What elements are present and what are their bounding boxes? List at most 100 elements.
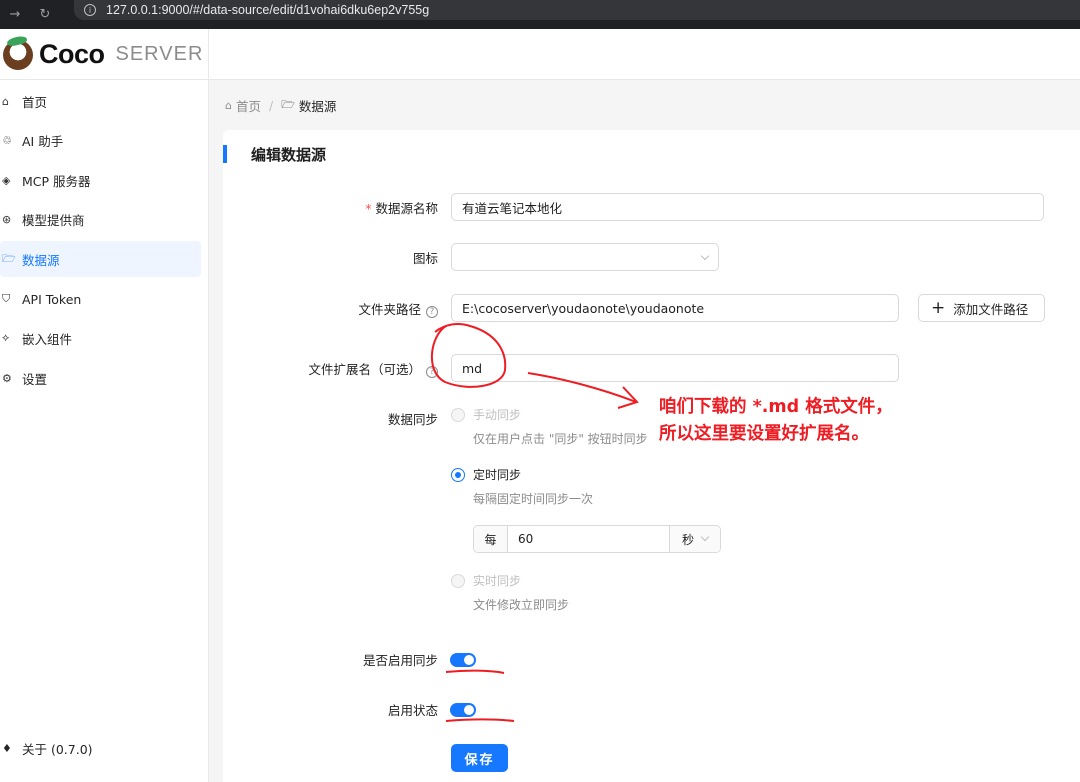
sidebar-item-home[interactable]: ⌂ 首页	[0, 83, 201, 119]
sidebar-item-embed-widget[interactable]: ⟡ 嵌入组件	[0, 320, 201, 356]
sidebar-item-label: 数据源	[22, 252, 60, 268]
diamond-icon: ♦	[2, 741, 12, 755]
sidebar-item-label: 设置	[22, 371, 48, 387]
forward-icon[interactable]: →	[0, 7, 30, 22]
brand-subtitle: SERVER	[115, 43, 204, 65]
path-input[interactable]: E:\cocoserver\youdaonote\youdaonote	[451, 294, 899, 322]
interval-unit-select[interactable]: 秒	[669, 526, 720, 552]
address-url[interactable]: 127.0.0.1:9000/#/data-source/edit/d1voha…	[106, 3, 429, 17]
scheduled-sync-hint: 每隔固定时间同步一次	[473, 492, 594, 506]
folder-icon: 🗁	[2, 251, 16, 265]
gear-icon: ⚙	[2, 371, 12, 385]
radio-label: 定时同步	[473, 468, 522, 482]
ext-label: 文件扩展名（可选）?	[308, 359, 438, 378]
enabled-label: 启用状态	[387, 703, 438, 718]
brand[interactable]: Coco SERVER	[0, 29, 209, 80]
add-path-button[interactable]: + 添加文件路径	[918, 294, 1045, 322]
sidebar-item-label: MCP 服务器	[22, 173, 91, 189]
breadcrumb-home[interactable]: 首页	[236, 96, 261, 115]
breadcrumb-separator: /	[269, 97, 274, 113]
radio-button-selected[interactable]	[451, 467, 465, 482]
sidebar-item-api-token[interactable]: ⛉ API Token	[0, 281, 201, 317]
enable-sync-label-wrap: 是否启用同步	[223, 650, 438, 668]
model-icon: ⊛	[2, 212, 12, 226]
interval-prefix: 每	[474, 526, 508, 552]
radio-button[interactable]	[451, 407, 465, 422]
about-label: 关于 (0.7.0)	[22, 741, 93, 757]
sidebar-item-mcp-server[interactable]: ◈ MCP 服务器	[0, 162, 201, 198]
required-mark: *	[365, 201, 372, 216]
interval-unit-value: 秒	[682, 532, 695, 547]
radio-button[interactable]	[451, 573, 465, 588]
sidebar-item-settings[interactable]: ⚙ 设置	[0, 360, 201, 396]
extension-input[interactable]: md	[451, 354, 899, 382]
info-icon[interactable]: i	[84, 4, 96, 16]
chevron-down-icon	[700, 251, 710, 261]
interval-value-input[interactable]: 60	[508, 526, 669, 552]
address-bar[interactable]: i 127.0.0.1:9000/#/data-source/edit/d1vo…	[74, 0, 1080, 20]
ext-label-text: 文件扩展名（可选）	[308, 362, 421, 377]
save-button[interactable]: 保存	[451, 744, 508, 772]
edit-form-card: 编辑数据源	[223, 130, 1080, 782]
widget-icon: ⟡	[2, 331, 10, 344]
brand-name: Coco	[39, 39, 105, 69]
question-icon[interactable]: ?	[426, 306, 438, 318]
enabled-toggle[interactable]	[450, 703, 476, 717]
chevron-down-icon	[700, 532, 710, 542]
sidebar-item-data-source[interactable]: 🗁 数据源	[0, 241, 201, 277]
add-path-label: 添加文件路径	[953, 301, 1029, 317]
enable-sync-toggle[interactable]	[450, 653, 476, 667]
home-icon: ⌂	[2, 94, 9, 108]
sync-label-wrap: 数据同步	[223, 409, 438, 427]
app-header: Coco SERVER	[0, 29, 1080, 80]
browser-toolbar: → ↻ i 127.0.0.1:9000/#/data-source/edit/…	[0, 0, 1080, 29]
sidebar-item-label: 模型提供商	[22, 212, 85, 228]
breadcrumb: ⌂ 首页 / 🗁 数据源	[225, 96, 336, 114]
folder-icon: 🗁	[281, 97, 295, 111]
about-version[interactable]: ♦ 关于 (0.7.0)	[0, 730, 93, 766]
robot-icon: ♲	[2, 133, 12, 147]
name-label-text: 数据源名称	[375, 201, 438, 216]
sidebar-item-model-providers[interactable]: ⊛ 模型提供商	[0, 201, 201, 237]
sidebar-item-label: API Token	[22, 291, 82, 307]
path-label: 文件夹路径?	[358, 299, 438, 318]
home-icon: ⌂	[225, 98, 232, 112]
name-label: * 数据源名称	[365, 198, 438, 217]
icon-select[interactable]	[451, 243, 719, 271]
name-input[interactable]: 有道云笔记本地化	[451, 193, 1044, 221]
sidebar-item-label: 嵌入组件	[22, 331, 73, 347]
radio-scheduled-sync[interactable]: 定时同步	[451, 466, 521, 483]
path-label-text: 文件夹路径	[358, 302, 421, 317]
enable-sync-label: 是否启用同步	[362, 653, 438, 668]
page-title: 编辑数据源	[223, 145, 327, 164]
sync-interval-input: 每 60 秒	[473, 525, 721, 553]
icon-label: 图标	[412, 251, 438, 266]
mcp-icon: ◈	[2, 173, 11, 187]
question-icon[interactable]: ?	[426, 366, 438, 378]
path-label-wrap: 文件夹路径?	[223, 299, 438, 318]
breadcrumb-current: 数据源	[298, 98, 337, 114]
manual-sync-hint: 仅在用户点击 "同步" 按钮时同步	[473, 432, 648, 446]
sidebar: ⌂ 首页 ♲ AI 助手 ◈ MCP 服务器 ⊛ 模型提供商 🗁 数据源 ⛉ A…	[0, 80, 209, 782]
radio-label: 手动同步	[473, 408, 522, 422]
reload-icon[interactable]: ↻	[30, 7, 60, 22]
annotation-line-1: 咱们下载的 *.md 格式文件，	[659, 397, 893, 417]
shield-icon: ⛉	[2, 292, 11, 305]
icon-label-wrap: 图标	[223, 248, 438, 266]
annotation-line-2: 所以这里要设置好扩展名。	[659, 424, 869, 444]
realtime-sync-hint: 文件修改立即同步	[473, 598, 570, 612]
name-label-wrap: * 数据源名称	[223, 198, 438, 216]
coconut-logo-icon	[3, 39, 33, 70]
sync-label: 数据同步	[387, 412, 438, 427]
radio-realtime-sync[interactable]: 实时同步	[451, 572, 521, 589]
plus-icon: +	[931, 297, 946, 318]
enabled-label-wrap: 启用状态	[223, 700, 438, 718]
sidebar-item-label: 首页	[22, 94, 48, 110]
radio-manual-sync[interactable]: 手动同步	[451, 406, 521, 423]
title-accent-bar	[223, 145, 227, 163]
ext-label-wrap: 文件扩展名（可选）?	[223, 359, 438, 378]
sidebar-item-ai-assistant[interactable]: ♲ AI 助手	[0, 122, 201, 158]
radio-label: 实时同步	[473, 574, 522, 588]
page-title-text: 编辑数据源	[251, 145, 327, 164]
sidebar-item-label: AI 助手	[22, 133, 64, 149]
